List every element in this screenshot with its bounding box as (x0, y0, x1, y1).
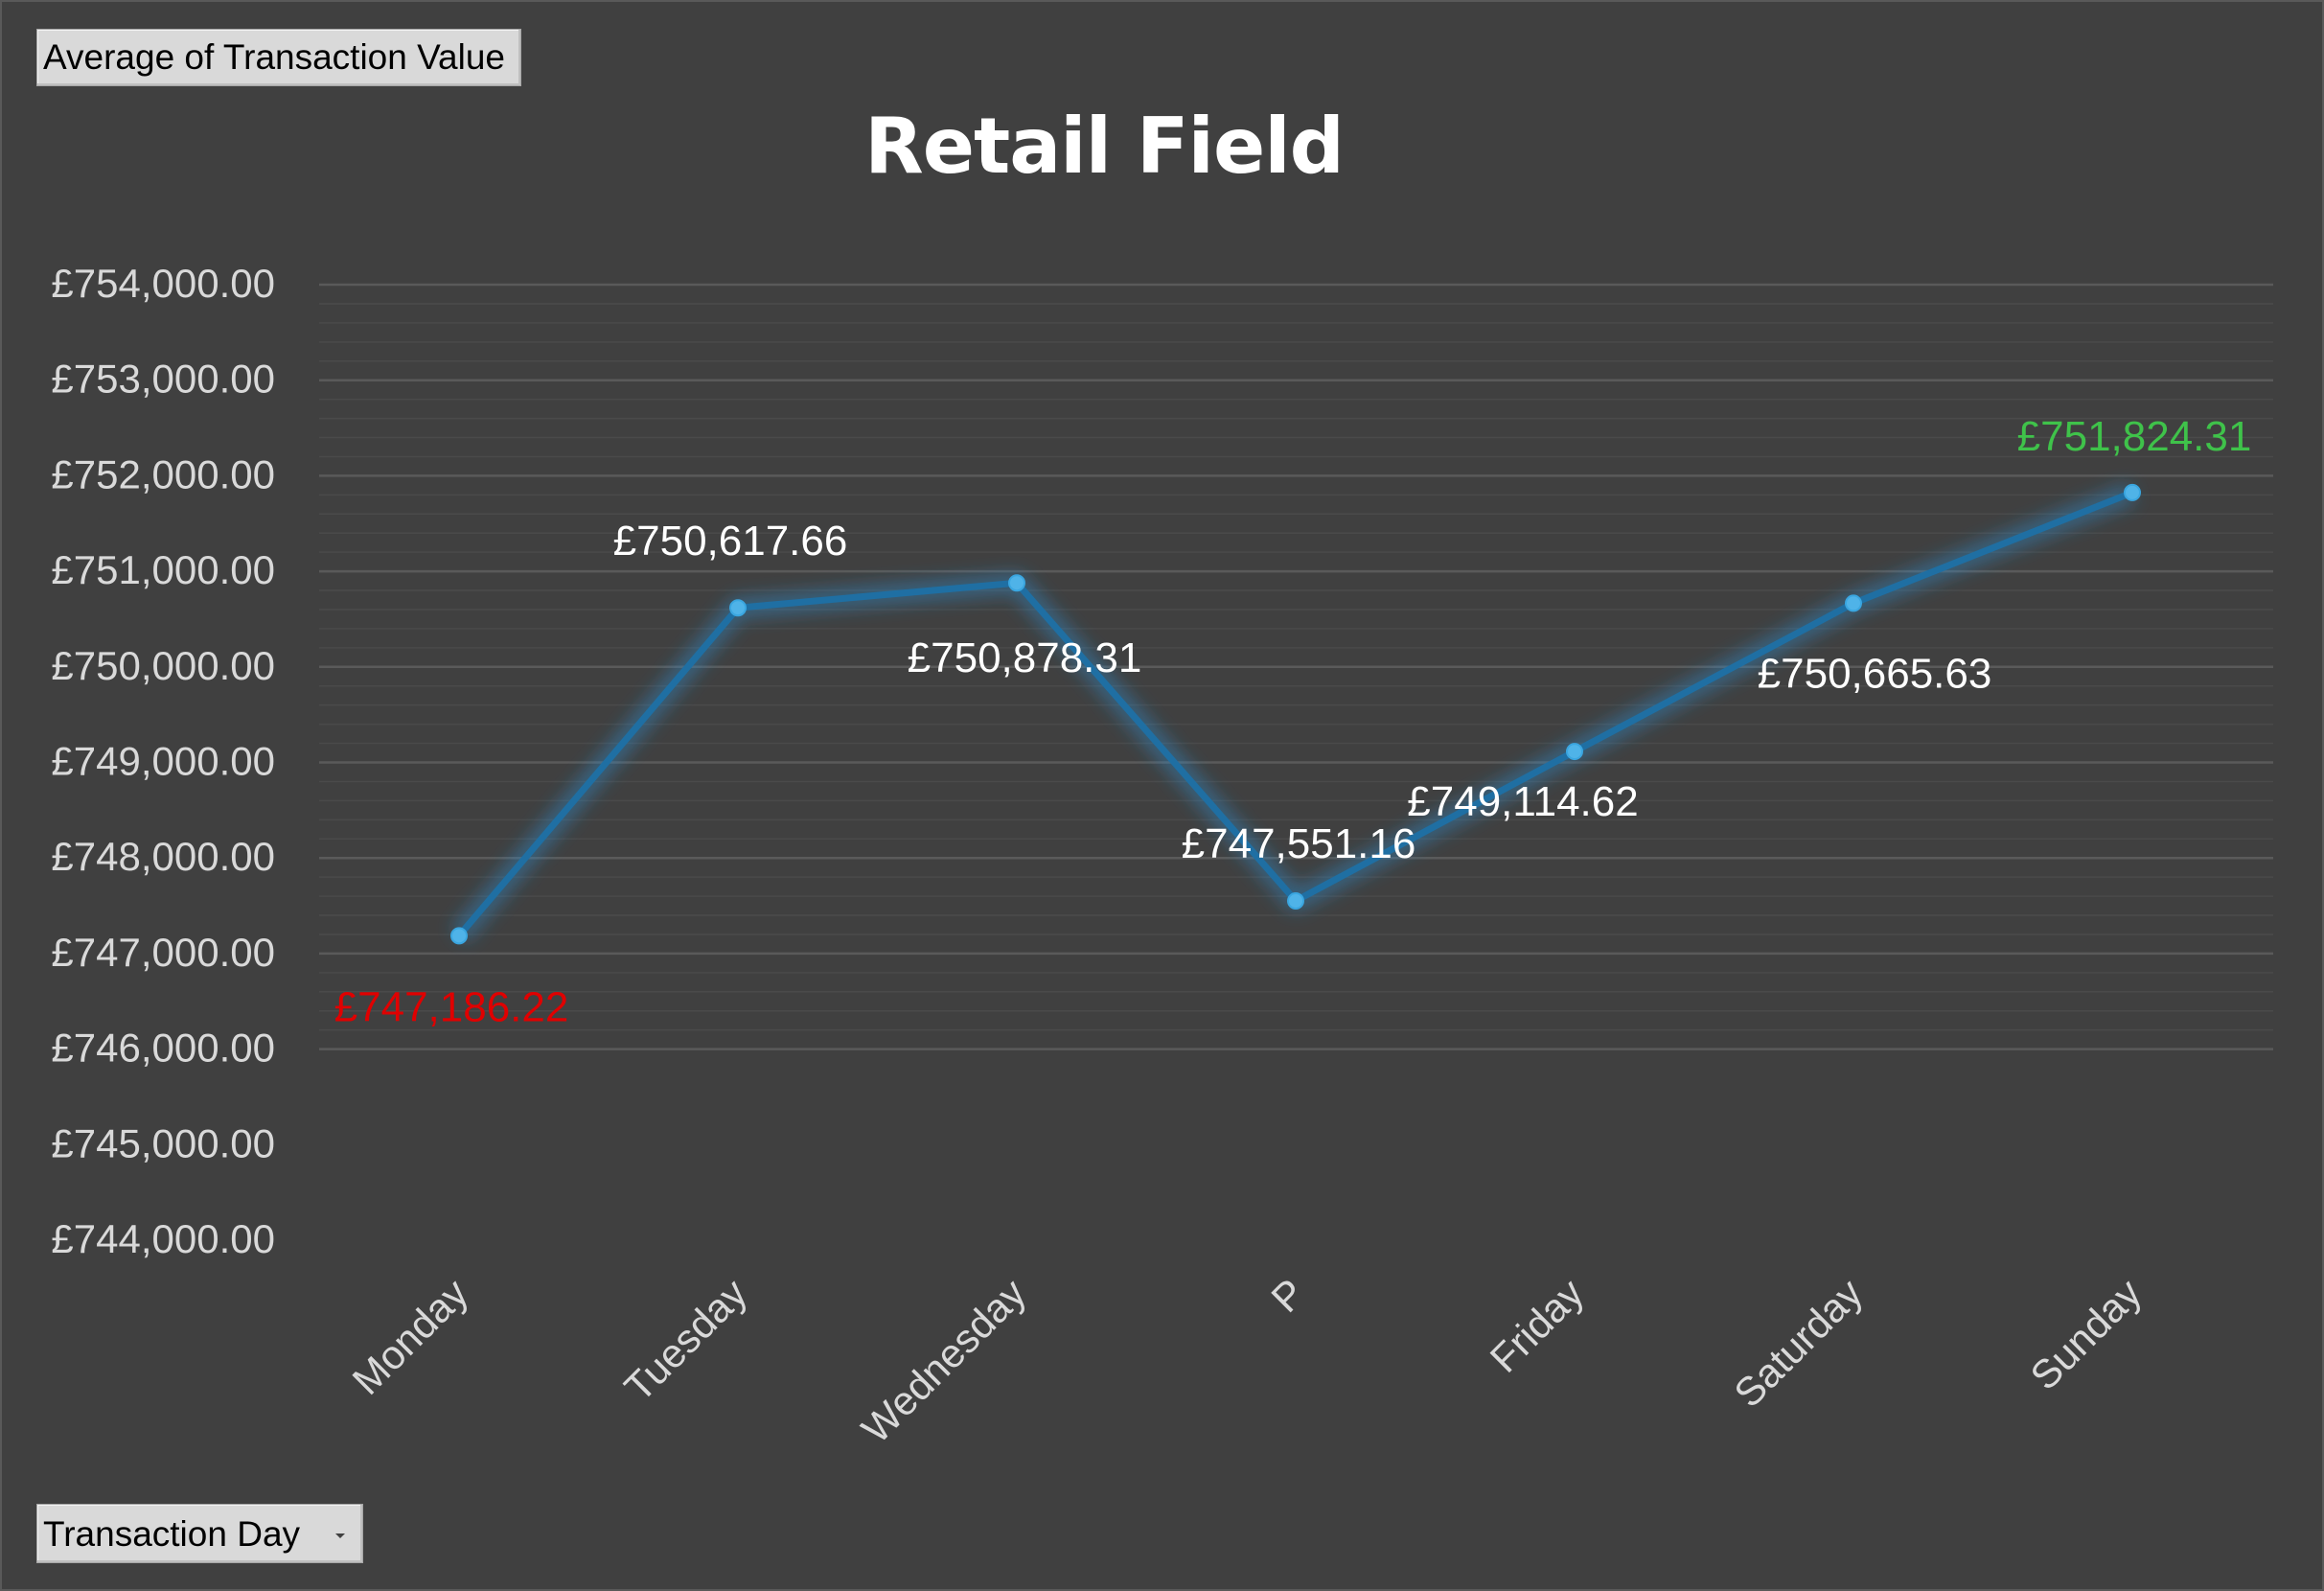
y-tick-label: £746,000.00 (51, 1026, 275, 1071)
data-label: £747,186.22 (334, 983, 569, 1030)
data-point (729, 599, 747, 617)
y-tick-label: £750,000.00 (51, 643, 275, 688)
y-tick-label: £744,000.00 (51, 1216, 275, 1261)
x-tick-label: Tuesday (615, 1270, 755, 1410)
data-label: £750,878.31 (908, 634, 1142, 681)
data-label: £747,551.16 (1182, 820, 1416, 867)
x-tick-label: Monday (343, 1270, 476, 1403)
data-point (1287, 891, 1304, 910)
x-tick-label: Wednesday (853, 1270, 1035, 1452)
data-point (1845, 594, 1862, 612)
data-label: £750,665.63 (1758, 650, 1992, 697)
line-chart: £754,000.00 £753,000.00 £752,000.00 £751,00… (51, 261, 2273, 1452)
y-tick-label: £751,000.00 (51, 547, 275, 592)
data-label: £749,114.62 (1407, 778, 1638, 825)
y-tick-label: £754,000.00 (51, 261, 275, 306)
data-point (1566, 743, 1583, 761)
data-point (450, 927, 468, 945)
x-tick-label: Friday (1482, 1270, 1593, 1381)
data-label: £751,824.31 (2017, 413, 2252, 460)
y-tick-label: £745,000.00 (51, 1120, 275, 1165)
data-point (1008, 574, 1025, 592)
x-tick-label: P (1262, 1270, 1313, 1321)
data-point (2124, 483, 2141, 501)
x-tick-label: Saturday (1725, 1270, 1871, 1416)
y-tick-label: £748,000.00 (51, 834, 275, 879)
y-tick-label: £747,000.00 (51, 930, 275, 975)
x-tick-label: Sunday (2021, 1270, 2150, 1398)
y-tick-label: £753,000.00 (51, 357, 275, 402)
y-tick-label: £749,000.00 (51, 739, 275, 784)
data-label: £750,617.66 (613, 518, 848, 565)
y-tick-label: £752,000.00 (51, 451, 275, 496)
